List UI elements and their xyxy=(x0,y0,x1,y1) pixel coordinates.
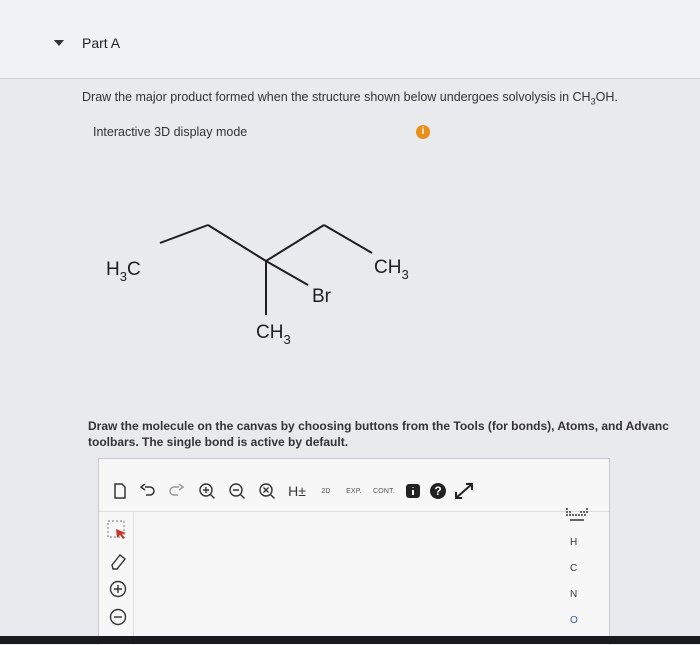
bottom-edge-bar xyxy=(0,636,700,644)
editor-toolbar: H± 2D EXP. CONT. ? xyxy=(99,459,609,512)
expand-icon[interactable] xyxy=(453,481,475,501)
tools-toolbar xyxy=(99,512,134,645)
erase-tool-icon[interactable] xyxy=(107,550,129,572)
new-document-icon[interactable] xyxy=(111,481,129,501)
bond-4 xyxy=(323,224,373,254)
display-mode-link[interactable]: Interactive 3D display mode xyxy=(93,125,247,139)
explicit-button[interactable]: EXP. xyxy=(343,481,365,501)
molecule-structure: H3C CH3 Br CH3 xyxy=(106,224,409,347)
positive-charge-icon[interactable] xyxy=(107,578,129,600)
collapse-caret-icon[interactable] xyxy=(54,40,64,46)
atom-label-bromine: Br xyxy=(312,286,332,307)
prompt-text: Draw the major product formed when the s… xyxy=(82,90,591,104)
part-title: Part A xyxy=(82,35,121,51)
undo-icon[interactable] xyxy=(139,481,157,501)
atom-label-left: H3C xyxy=(106,259,141,284)
prompt-text-end: OH. xyxy=(595,90,618,104)
question-prompt: Draw the major product formed when the s… xyxy=(82,90,618,107)
svg-text:?: ? xyxy=(434,484,441,498)
drawing-instructions: Draw the molecule on the canvas by choos… xyxy=(88,419,669,449)
atom-oxygen-button[interactable]: O xyxy=(570,615,578,626)
cleanup-2d-button[interactable]: 2D xyxy=(315,481,337,501)
bond-2 xyxy=(207,224,267,262)
zoom-in-icon[interactable] xyxy=(197,481,217,501)
hydrogens-button[interactable]: H± xyxy=(285,481,309,501)
redo-icon[interactable] xyxy=(167,481,185,501)
atom-label-right: CH3 xyxy=(374,257,409,282)
contract-button[interactable]: CONT. xyxy=(371,481,397,501)
bond-1 xyxy=(159,224,209,244)
atom-carbon-button[interactable]: C xyxy=(570,563,577,574)
periodic-table-icon[interactable] xyxy=(566,508,588,527)
bond-6 xyxy=(265,260,309,286)
atom-label-bottom: CH3 xyxy=(256,322,291,347)
negative-charge-icon[interactable] xyxy=(107,606,129,628)
clear-icon[interactable] xyxy=(257,481,277,501)
bond-3 xyxy=(265,224,325,262)
zoom-out-icon[interactable] xyxy=(227,481,247,501)
atoms-toolbar: H C N O xyxy=(558,500,592,644)
drawing-editor[interactable]: H± 2D EXP. CONT. ? xyxy=(98,458,610,645)
info-tool-icon[interactable] xyxy=(405,481,421,501)
atom-nitrogen-button[interactable]: N xyxy=(570,589,577,600)
help-icon[interactable]: ? xyxy=(429,481,447,501)
info-icon[interactable]: i xyxy=(416,125,430,139)
atom-hydrogen-button[interactable]: H xyxy=(570,537,577,548)
part-header[interactable]: Part A xyxy=(0,0,700,79)
bond-lines xyxy=(159,224,373,315)
select-tool-icon[interactable] xyxy=(107,520,129,542)
